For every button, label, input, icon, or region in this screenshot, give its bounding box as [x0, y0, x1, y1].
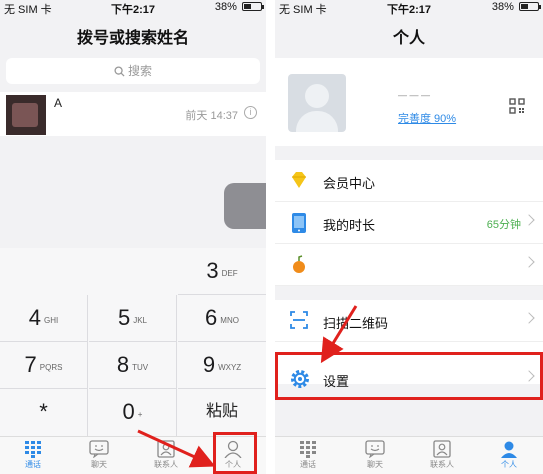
- chat-icon: [89, 440, 109, 458]
- contacts-icon: [157, 440, 175, 458]
- tab-bar: 通话 聊天 联系人 个人: [275, 436, 543, 474]
- menu-label: 会员中心: [323, 176, 376, 191]
- minutes-value: 65分钟: [486, 219, 521, 231]
- profile-completion-link[interactable]: 完善度 90%: [398, 110, 456, 126]
- tab-profile[interactable]: 个人: [476, 437, 542, 474]
- dial-keypad: 3 DEF 4 GHI 5 JKL 6 MNO 7 PQRS 8 TUV 9 WXYZ * 0…: [0, 248, 266, 436]
- contacts-icon: [433, 440, 451, 458]
- key-digit: 3: [206, 258, 219, 283]
- screen-divider: [266, 0, 275, 474]
- key-letters: +: [137, 410, 143, 419]
- person-icon: [501, 441, 517, 458]
- menu-item-3[interactable]: [275, 244, 543, 286]
- paste-label: 粘贴: [205, 403, 238, 420]
- diamond-icon: [292, 172, 306, 188]
- battery-percent: 38%: [491, 1, 514, 13]
- key-digit: 9: [202, 352, 216, 377]
- key-digit: 8: [116, 352, 130, 377]
- chevron-right-icon: [523, 312, 535, 324]
- key-digit: 0: [122, 399, 135, 424]
- tab-calls[interactable]: 通话: [275, 437, 341, 474]
- key-digit: 7: [24, 352, 37, 377]
- tab-contacts[interactable]: 联系人: [133, 437, 199, 474]
- status-bar: 无 SIM 卡 下午2:17 38%: [0, 0, 266, 16]
- key-3[interactable]: 3 DEF: [178, 248, 266, 295]
- key-4[interactable]: 4 GHI: [0, 295, 88, 342]
- tab-label: 通话: [300, 460, 316, 469]
- contact-thumbnail: [6, 95, 46, 135]
- chevron-right-icon: [523, 256, 535, 268]
- orange-icon: [293, 255, 305, 273]
- key-letters: PQRS: [39, 363, 63, 372]
- key-0[interactable]: 0 +: [89, 389, 177, 436]
- phone-time-icon: [292, 213, 306, 233]
- dialer-screen: 无 SIM 卡 下午2:17 38% 拨号或搜索姓名 搜索 A 前天 14:37…: [0, 0, 266, 474]
- battery-icon: [519, 2, 541, 11]
- battery-status: 38%: [214, 1, 264, 13]
- key-8[interactable]: 8 TUV: [89, 342, 177, 389]
- profile-card[interactable]: — — — 完善度 90%: [275, 58, 543, 146]
- watermark: — — —: [398, 90, 431, 100]
- key-digit: *: [39, 399, 48, 424]
- tab-label: 聊天: [91, 460, 107, 469]
- tab-label: 联系人: [430, 460, 454, 469]
- key-letters: DEF: [221, 269, 238, 278]
- tab-chat[interactable]: 聊天: [342, 437, 408, 474]
- key-9[interactable]: 9 WXYZ: [178, 342, 266, 389]
- recent-call-time: 前天 14:37: [185, 110, 238, 122]
- recent-call-name: A: [54, 96, 63, 110]
- recent-call-row[interactable]: A 前天 14:37 i: [0, 92, 266, 136]
- key-letters: TUV: [132, 363, 149, 372]
- page-title: 拨号或搜索姓名: [76, 30, 189, 47]
- highlight-box: [275, 352, 543, 400]
- tab-label: 聊天: [367, 460, 383, 469]
- search-placeholder: 搜索: [127, 64, 152, 78]
- key-digit: 6: [205, 305, 218, 330]
- key-letters: GHI: [44, 316, 59, 325]
- tab-chat[interactable]: 聊天: [66, 437, 132, 474]
- key-letters: JKL: [133, 316, 148, 325]
- paste-button[interactable]: 粘贴: [178, 389, 266, 436]
- profile-screen: 无 SIM 卡 下午2:17 38% 个人 — — — 完善度 90% 会员中心…: [275, 0, 543, 474]
- search-input[interactable]: 搜索: [6, 58, 260, 84]
- dialpad-icon: [25, 441, 41, 458]
- battery-percent: 38%: [214, 1, 237, 13]
- highlight-box: [213, 432, 257, 474]
- battery-icon: [242, 2, 264, 11]
- tab-contacts[interactable]: 联系人: [409, 437, 475, 474]
- battery-status: 38%: [491, 1, 541, 13]
- key-5[interactable]: 5 JKL: [89, 295, 177, 342]
- scan-icon: [290, 311, 308, 329]
- tab-label: 个人: [501, 460, 517, 469]
- key-digit: 4: [28, 305, 41, 330]
- tab-calls[interactable]: 通话: [0, 437, 66, 474]
- menu-item-scan-qr[interactable]: 扫描二维码: [275, 300, 543, 342]
- tab-label: 联系人: [154, 460, 178, 469]
- menu-item-my-minutes[interactable]: 我的时长 65分钟: [275, 202, 543, 244]
- chevron-right-icon: [523, 214, 535, 226]
- key-letters: WXYZ: [218, 363, 242, 372]
- dialpad-icon: [300, 441, 316, 458]
- key-7[interactable]: 7 PQRS: [0, 342, 88, 389]
- key-6[interactable]: 6 MNO: [178, 295, 266, 342]
- qr-code-icon[interactable]: [509, 98, 525, 114]
- chat-icon: [365, 440, 385, 458]
- avatar[interactable]: [288, 74, 346, 132]
- menu-item-vip[interactable]: 会员中心: [275, 160, 543, 202]
- key-digit: 5: [117, 305, 131, 330]
- info-icon[interactable]: i: [244, 106, 257, 119]
- menu-label: 扫描二维码: [323, 316, 389, 331]
- status-bar: 无 SIM 卡 下午2:17 38%: [275, 0, 543, 16]
- key-star[interactable]: *: [0, 389, 88, 436]
- key-letters: MNO: [220, 316, 239, 325]
- floating-handle[interactable]: [224, 183, 266, 229]
- menu-group-1: 会员中心 我的时长 65分钟: [275, 160, 543, 286]
- page-title: 个人: [392, 30, 425, 47]
- menu-label: 我的时长: [323, 218, 376, 233]
- search-icon: [114, 66, 125, 77]
- tab-label: 通话: [25, 460, 41, 469]
